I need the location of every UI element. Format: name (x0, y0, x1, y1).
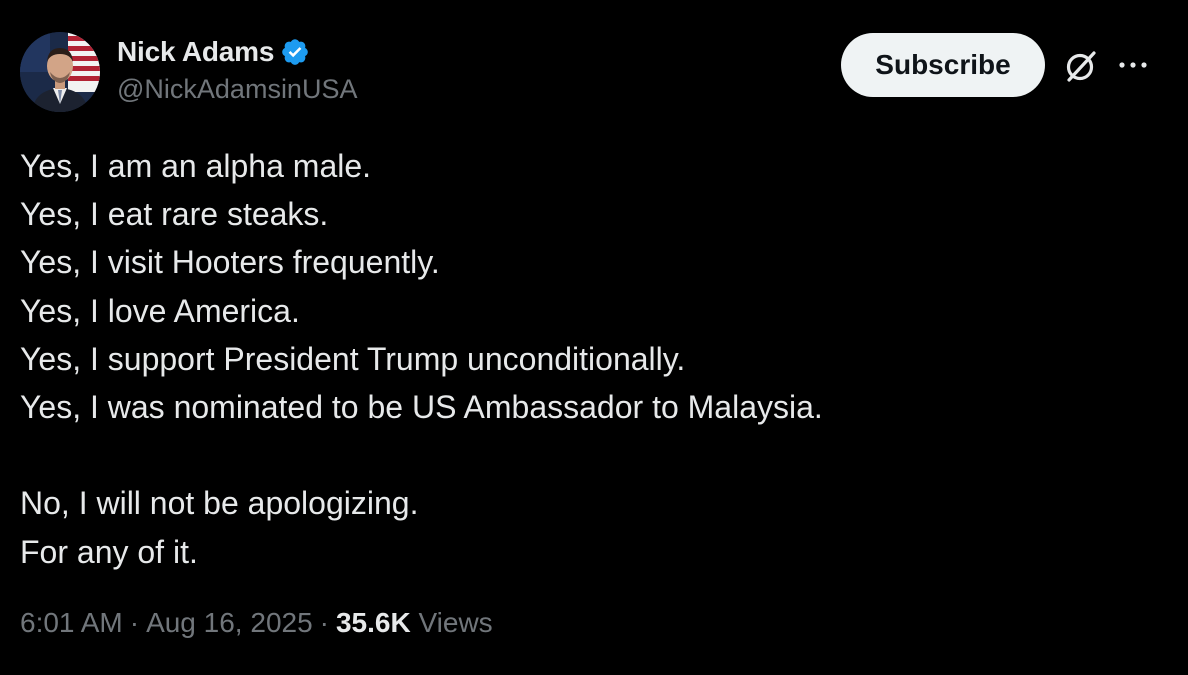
tweet-line: Yes, I love America. (20, 292, 300, 329)
views-count[interactable]: 35.6K (336, 607, 411, 639)
meta-separator: · (319, 607, 329, 638)
verified-badge-icon[interactable] (280, 37, 310, 67)
display-name[interactable]: Nick Adams (117, 36, 274, 68)
more-options-icon[interactable] (1116, 55, 1150, 75)
tweet-card: Nick Adams @NickAdamsinUSA Subscribe Yes… (0, 0, 1188, 675)
tweet-line: Yes, I eat rare steaks. (20, 196, 329, 233)
tweet-line: Yes, I was nominated to be US Ambassador… (20, 388, 823, 425)
subscribe-button[interactable]: Subscribe (841, 33, 1045, 97)
tweet-time[interactable]: 6:01 AM (20, 607, 123, 639)
tweet-text: Yes, I am an alpha male. Yes, I eat rare… (20, 142, 1160, 576)
author-handle[interactable]: @NickAdamsinUSA (117, 74, 357, 105)
views-label: Views (418, 607, 493, 638)
avatar-image (20, 32, 100, 112)
avatar[interactable] (20, 32, 100, 112)
grok-icon[interactable] (1062, 47, 1100, 85)
tweet-date[interactable]: Aug 16, 2025 (146, 607, 313, 639)
tweet-line: No, I will not be apologizing. (20, 485, 419, 522)
tweet-line: Yes, I am an alpha male. (20, 148, 372, 184)
tweet-meta: 6:01 AM · Aug 16, 2025 · 35.6K Views (20, 607, 493, 639)
meta-separator: · (129, 607, 140, 638)
name-row: Nick Adams (117, 34, 357, 70)
tweet-line: For any of it. (20, 533, 198, 570)
tweet-line: Yes, I visit Hooters frequently. (20, 244, 440, 281)
author-block: Nick Adams @NickAdamsinUSA (117, 34, 357, 105)
tweet-line: Yes, I support President Trump unconditi… (20, 340, 686, 377)
